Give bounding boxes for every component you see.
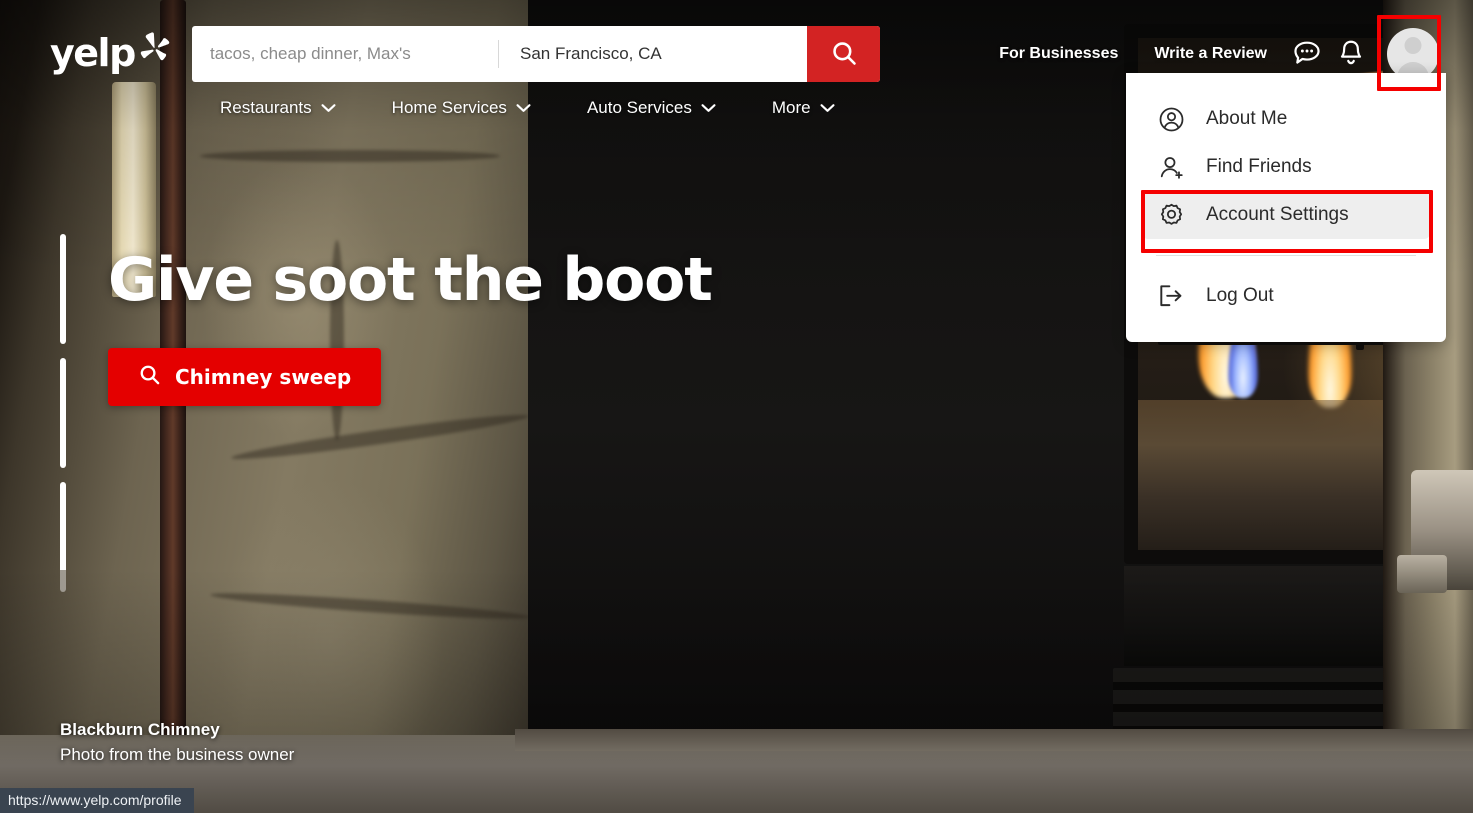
nav-more[interactable]: More bbox=[744, 98, 863, 118]
chevron-down-icon bbox=[516, 98, 531, 118]
carousel-indicator-1[interactable] bbox=[60, 234, 66, 344]
chevron-down-icon bbox=[701, 98, 716, 118]
photo-credit: Blackburn Chimney Photo from the busines… bbox=[60, 718, 294, 767]
user-plus-icon bbox=[1156, 154, 1186, 181]
messages-icon[interactable] bbox=[1285, 32, 1329, 76]
menu-item-account-settings[interactable]: Account Settings bbox=[1142, 191, 1430, 239]
yelp-logo[interactable]: yelp bbox=[50, 32, 173, 73]
carousel-indicator-2[interactable] bbox=[60, 358, 66, 468]
browser-viewport: HEAT-N-GLO Give soot the boot Chimney sw… bbox=[0, 0, 1473, 813]
menu-item-log-out[interactable]: Log Out bbox=[1142, 272, 1430, 320]
photo-credit-source: Photo from the business owner bbox=[60, 744, 295, 764]
chimney-sweep-cta-label: Chimney sweep bbox=[175, 365, 352, 389]
menu-item-about-me[interactable]: About Me bbox=[1142, 95, 1430, 143]
write-a-review-link[interactable]: Write a Review bbox=[1136, 45, 1285, 63]
gear-icon bbox=[1156, 202, 1186, 229]
menu-item-log-out-label: Log Out bbox=[1206, 285, 1274, 306]
menu-item-find-friends[interactable]: Find Friends bbox=[1142, 143, 1430, 191]
nav-home-services-label: Home Services bbox=[391, 98, 507, 117]
search-input[interactable] bbox=[210, 44, 498, 64]
search-submit-button[interactable] bbox=[807, 26, 880, 82]
nav-home-services[interactable]: Home Services bbox=[364, 98, 559, 118]
yelp-burst-icon bbox=[139, 32, 173, 73]
chevron-down-icon bbox=[321, 98, 336, 118]
carousel-indicators[interactable] bbox=[60, 234, 66, 592]
hero-title: Give soot the boot bbox=[108, 245, 713, 315]
nav-auto-services-label: Auto Services bbox=[586, 98, 692, 117]
search-icon bbox=[138, 363, 161, 391]
for-businesses-link[interactable]: For Businesses bbox=[981, 45, 1136, 63]
search-icon bbox=[830, 39, 858, 70]
stone-seam bbox=[200, 150, 500, 162]
carousel-indicator-3[interactable] bbox=[60, 482, 66, 592]
nav-restaurants-label: Restaurants bbox=[220, 98, 312, 117]
avatar-head bbox=[1404, 37, 1422, 54]
nav-auto-services[interactable]: Auto Services bbox=[559, 98, 744, 118]
logout-arrow-icon bbox=[1156, 282, 1186, 310]
browser-status-bar: https://www.yelp.com/profile bbox=[0, 788, 194, 813]
profile-dropdown-menu: About Me Find Friends Account Settings L… bbox=[1126, 73, 1446, 342]
right-object-secondary bbox=[1397, 555, 1447, 593]
search-bar bbox=[192, 26, 880, 82]
chevron-down-icon bbox=[820, 98, 835, 118]
search-term-field[interactable] bbox=[192, 26, 498, 82]
stone-wall-left bbox=[0, 0, 530, 813]
location-input[interactable] bbox=[520, 44, 807, 64]
menu-item-about-me-label: About Me bbox=[1206, 108, 1288, 129]
search-location-field[interactable] bbox=[498, 26, 807, 82]
notifications-bell-icon[interactable] bbox=[1329, 32, 1373, 76]
menu-item-account-settings-label: Account Settings bbox=[1206, 204, 1349, 225]
menu-divider bbox=[1156, 255, 1416, 256]
floor-edge bbox=[515, 729, 1473, 751]
menu-item-find-friends-label: Find Friends bbox=[1206, 156, 1312, 177]
user-circle-icon bbox=[1156, 106, 1186, 133]
nav-more-label: More bbox=[771, 98, 811, 117]
nav-restaurants[interactable]: Restaurants bbox=[192, 98, 364, 118]
photo-credit-business: Blackburn Chimney bbox=[60, 720, 220, 739]
chimney-sweep-cta-button[interactable]: Chimney sweep bbox=[108, 348, 382, 406]
yelp-logo-wordmark: yelp bbox=[50, 30, 136, 75]
category-nav: Restaurants Home Services Auto Services … bbox=[192, 98, 863, 118]
